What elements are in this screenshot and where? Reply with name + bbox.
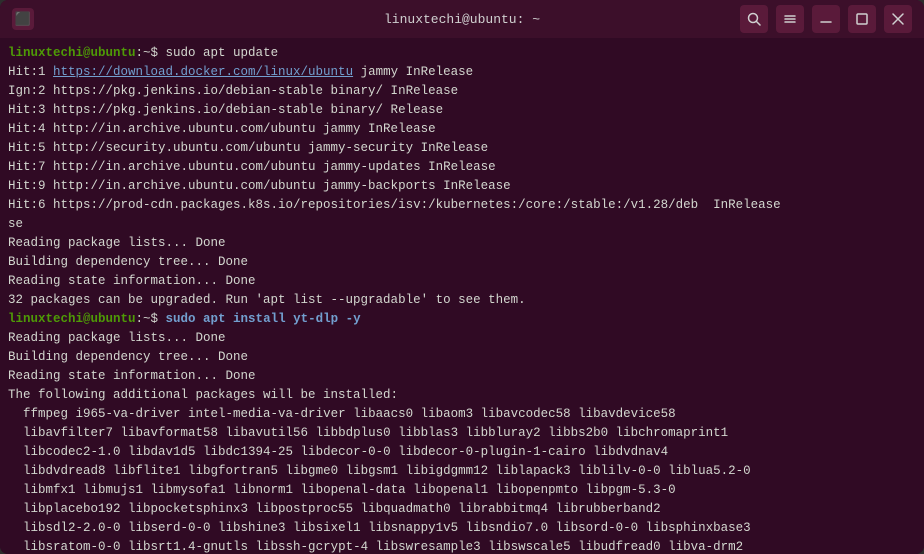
terminal-line: libsratom-0-0 libsrt1.4-gnutls libssh-gc…: [8, 538, 916, 554]
terminal-line: linuxtechi@ubuntu:~$ sudo apt update: [8, 44, 916, 63]
search-button[interactable]: [740, 5, 768, 33]
terminal-line: libcodec2-1.0 libdav1d5 libdc1394-25 lib…: [8, 443, 916, 462]
cmd-separator: :~$: [136, 46, 166, 60]
window-title: linuxtechi@ubuntu: ~: [384, 12, 540, 27]
maximize-button[interactable]: [848, 5, 876, 33]
terminal-icon: ⬛: [12, 8, 34, 30]
terminal-line: libmfx1 libmujs1 libmysofa1 libnorm1 lib…: [8, 481, 916, 500]
prompt: linuxtechi@ubuntu: [8, 312, 136, 326]
terminal-line: The following additional packages will b…: [8, 386, 916, 405]
terminal-line: Reading package lists... Done: [8, 234, 916, 253]
terminal-line: Reading state information... Done: [8, 272, 916, 291]
command-text: sudo apt install yt-dlp -y: [166, 312, 361, 326]
terminal-line: ffmpeg i965-va-driver intel-media-va-dri…: [8, 405, 916, 424]
terminal-line: Ign:2 https://pkg.jenkins.io/debian-stab…: [8, 82, 916, 101]
terminal-line: libavfilter7 libavformat58 libavutil56 l…: [8, 424, 916, 443]
titlebar-left: ⬛: [12, 8, 34, 30]
terminal-line: libplacebo192 libpocketsphinx3 libpostpr…: [8, 500, 916, 519]
terminal-line: 32 packages can be upgraded. Run 'apt li…: [8, 291, 916, 310]
titlebar: ⬛ linuxtechi@ubuntu: ~: [0, 0, 924, 38]
terminal-line: Hit:9 http://in.archive.ubuntu.com/ubunt…: [8, 177, 916, 196]
terminal-line: Building dependency tree... Done: [8, 253, 916, 272]
terminal-output: linuxtechi@ubuntu:~$ sudo apt update Hit…: [0, 38, 924, 554]
menu-button[interactable]: [776, 5, 804, 33]
terminal-line: Hit:7 http://in.archive.ubuntu.com/ubunt…: [8, 158, 916, 177]
terminal-line: Hit:4 http://in.archive.ubuntu.com/ubunt…: [8, 120, 916, 139]
close-button[interactable]: [884, 5, 912, 33]
terminal-window: ⬛ linuxtechi@ubuntu: ~: [0, 0, 924, 554]
terminal-line: Hit:6 https://prod-cdn.packages.k8s.io/r…: [8, 196, 916, 215]
terminal-line: Hit:3 https://pkg.jenkins.io/debian-stab…: [8, 101, 916, 120]
terminal-line: libdvdread8 libflite1 libgfortran5 libgm…: [8, 462, 916, 481]
terminal-line: se: [8, 215, 916, 234]
terminal-line: Reading state information... Done: [8, 367, 916, 386]
terminal-line: libsdl2-2.0-0 libserd-0-0 libshine3 libs…: [8, 519, 916, 538]
terminal-line: linuxtechi@ubuntu:~$ sudo apt install yt…: [8, 310, 916, 329]
terminal-line: Building dependency tree... Done: [8, 348, 916, 367]
terminal-line: Hit:1 https://download.docker.com/linux/…: [8, 63, 916, 82]
prompt: linuxtechi@ubuntu: [8, 46, 136, 60]
cmd-separator: :~$: [136, 312, 166, 326]
terminal-line: Hit:5 http://security.ubuntu.com/ubuntu …: [8, 139, 916, 158]
command-text: sudo apt update: [166, 46, 279, 60]
minimize-button[interactable]: [812, 5, 840, 33]
terminal-line: Reading package lists... Done: [8, 329, 916, 348]
window-controls: [740, 5, 912, 33]
